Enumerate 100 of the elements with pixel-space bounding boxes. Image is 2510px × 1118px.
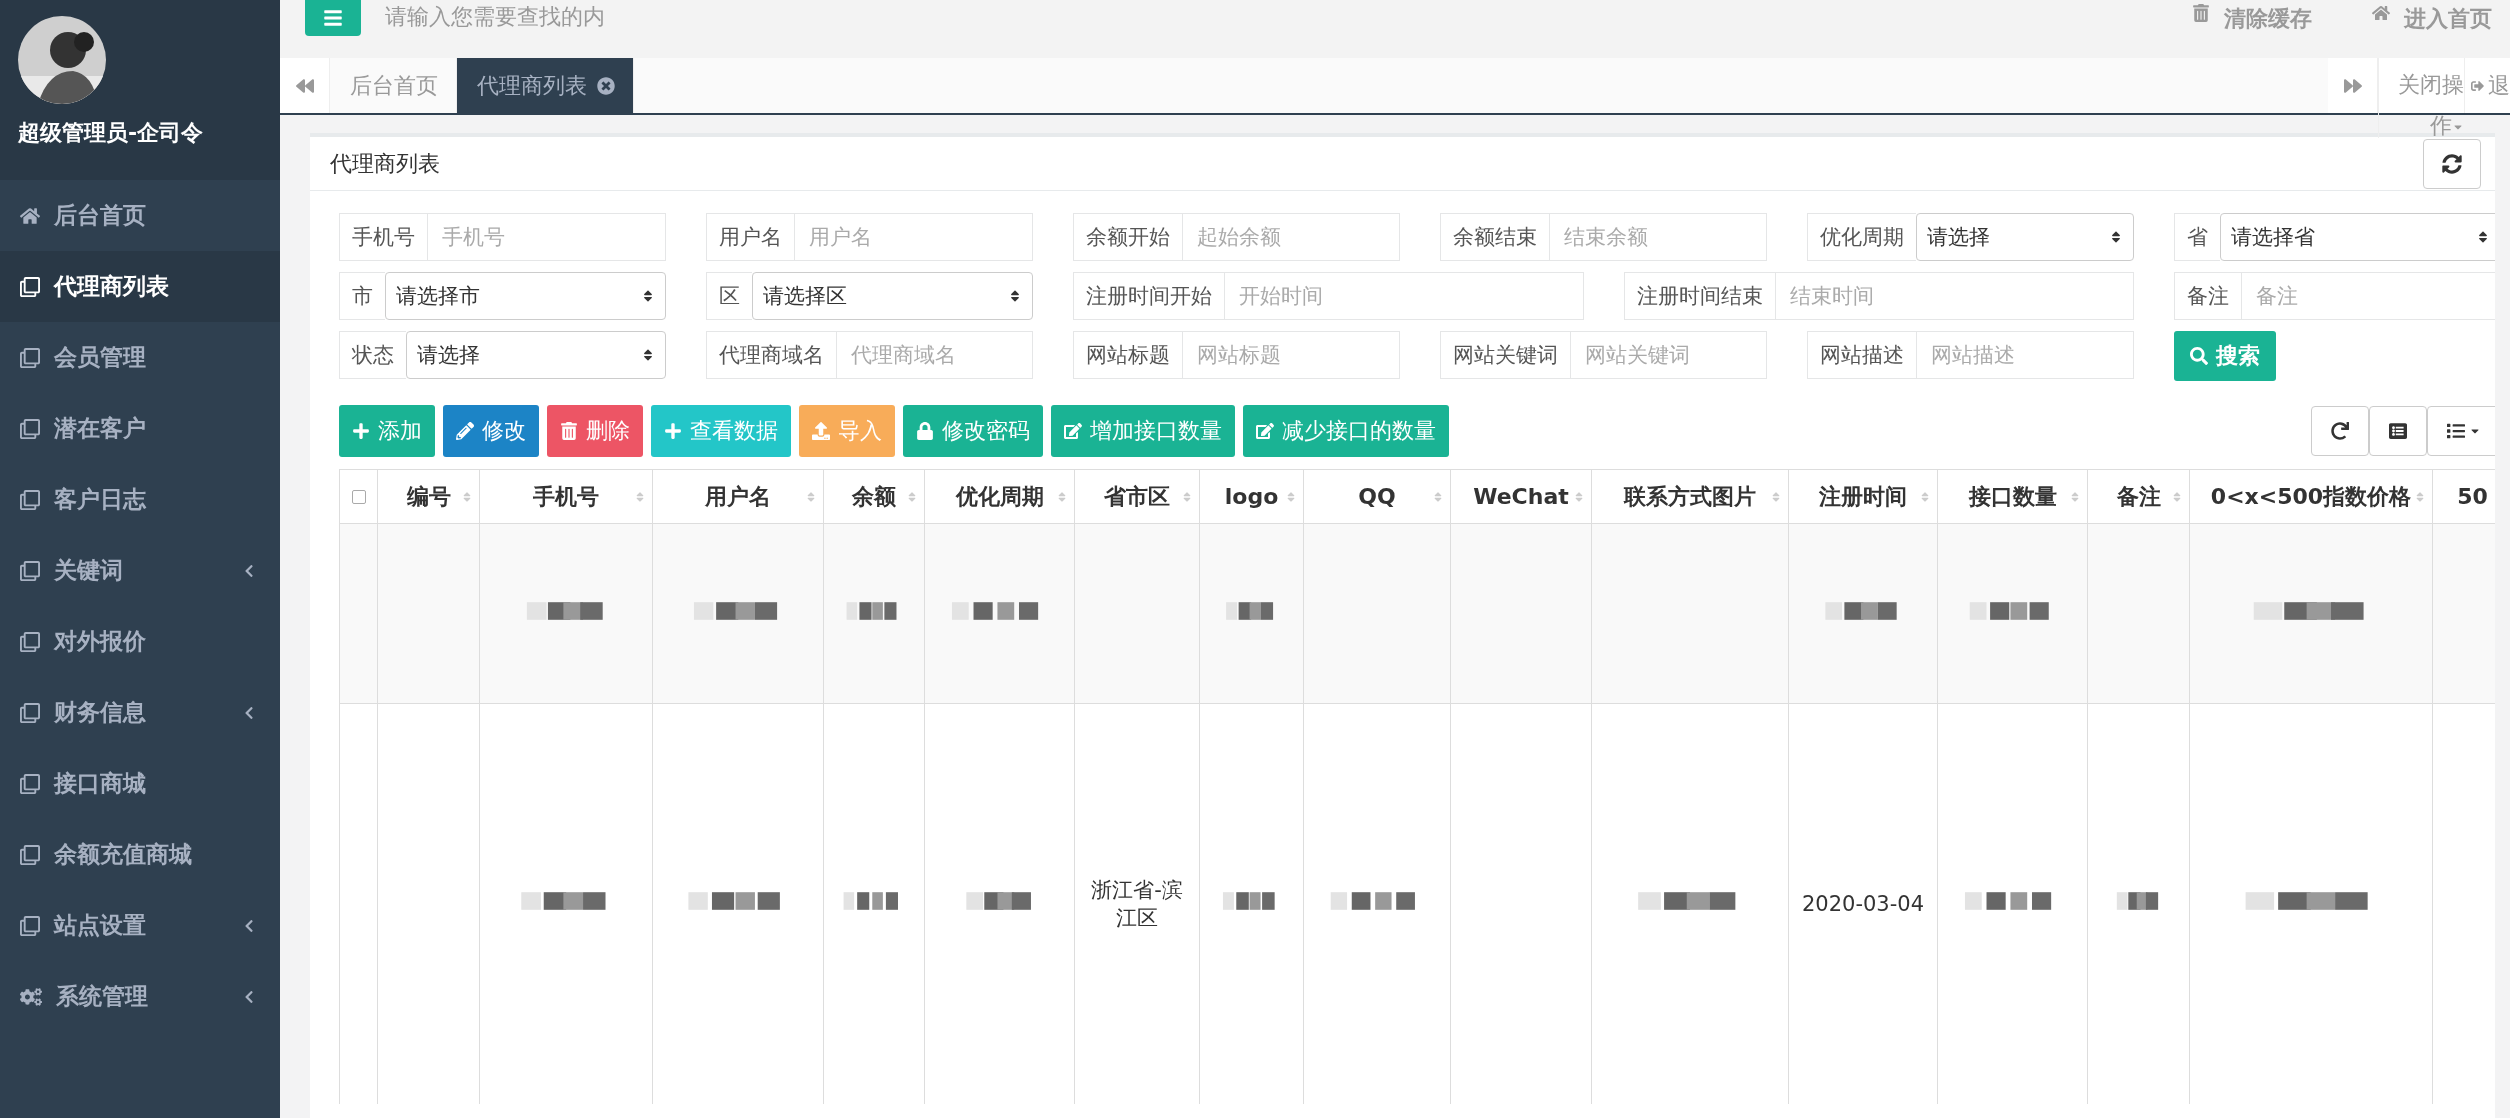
scroll-left-button[interactable] <box>280 58 330 113</box>
copy-icon <box>20 489 40 510</box>
top-link[interactable]: 清除缓存 <box>2174 0 2330 34</box>
upload-icon <box>812 422 830 440</box>
lock-icon <box>916 422 934 440</box>
double-arrow-right-icon <box>2343 76 2362 95</box>
sidebar-item[interactable]: 财务信息 <box>0 677 280 748</box>
table-cell: 2020-03-04 <box>1801 891 1924 916</box>
field-label: 注册时间结束 <box>1623 272 1775 320</box>
sidebar-item-label: 接口商城 <box>54 769 147 798</box>
menu-button[interactable] <box>305 0 361 36</box>
sidebar-item[interactable]: 站点设置 <box>0 890 280 961</box>
sort-icon[interactable] <box>1919 491 1931 503</box>
sort-icon[interactable] <box>906 491 918 503</box>
sidebar-item[interactable]: 代理商列表 <box>0 251 280 322</box>
edit-icon <box>1064 422 1082 440</box>
sidebar-item-label: 潜在客户 <box>54 414 147 443</box>
sidebar-item-label: 站点设置 <box>54 911 147 940</box>
refresh-button[interactable] <box>2311 406 2369 456</box>
sort-arrows-icon <box>2109 230 2123 244</box>
select-field[interactable]: 请选择 <box>1916 213 2134 261</box>
select-field[interactable]: 请选择 <box>406 331 666 379</box>
select-all-checkbox[interactable] <box>351 489 366 504</box>
toolbar-button[interactable]: 增加接口数量 <box>1051 405 1235 457</box>
input-field[interactable]: 手机号 <box>427 213 666 261</box>
sort-icon[interactable] <box>1056 491 1068 503</box>
view-toggle-button[interactable] <box>2369 406 2427 456</box>
home-icon <box>2372 4 2390 22</box>
input-field[interactable]: 起始余额 <box>1182 213 1400 261</box>
trash-icon <box>2192 4 2210 22</box>
select-field[interactable]: 请选择区 <box>752 272 1033 320</box>
sidebar-item[interactable]: 对外报价 <box>0 606 280 677</box>
sidebar-item-label: 会员管理 <box>54 343 147 372</box>
sort-icon[interactable] <box>1432 491 1444 503</box>
sort-icon[interactable] <box>461 491 473 503</box>
select-field[interactable]: 请选择省 <box>2220 213 2495 261</box>
sidebar-item[interactable]: 后台首页 <box>0 180 280 251</box>
columns-dropdown[interactable] <box>2427 406 2495 456</box>
sidebar-item[interactable]: 会员管理 <box>0 322 280 393</box>
toolbar-button[interactable]: 添加 <box>339 405 435 457</box>
sort-icon[interactable] <box>1181 491 1193 503</box>
toolbar-button[interactable]: 修改密码 <box>903 405 1043 457</box>
copy-icon <box>20 418 40 439</box>
sort-icon[interactable] <box>1285 491 1297 503</box>
input-field[interactable]: 备注 <box>2241 272 2495 320</box>
field-label: 余额结束 <box>1440 213 1549 261</box>
input-field[interactable]: 结束时间 <box>1774 272 2134 320</box>
field-label: 余额开始 <box>1073 213 1182 261</box>
close-icon[interactable] <box>597 76 615 95</box>
sort-icon[interactable] <box>2069 491 2081 503</box>
copy-icon <box>20 844 40 865</box>
trash-icon <box>560 422 578 440</box>
sidebar-item[interactable]: 潜在客户 <box>0 393 280 464</box>
sidebar-item[interactable]: 系统管理 <box>0 961 280 1032</box>
toolbar-button[interactable]: 修改 <box>443 405 539 457</box>
sidebar-item[interactable]: 关键词 <box>0 535 280 606</box>
sort-icon[interactable] <box>1770 491 1782 503</box>
field-label: 网站关键词 <box>1440 331 1570 379</box>
field-label: 手机号 <box>339 213 427 261</box>
input-field[interactable]: 网站关键词 <box>1570 331 1767 379</box>
input-field[interactable]: 用户名 <box>794 213 1033 261</box>
sidebar-item[interactable]: 客户日志 <box>0 464 280 535</box>
sort-icon[interactable] <box>2414 491 2426 503</box>
close-tabs-dropdown[interactable]: 关闭操作 <box>2378 58 2464 138</box>
field-label: 注册时间开始 <box>1073 272 1224 320</box>
scroll-right-button[interactable] <box>2328 58 2378 113</box>
sort-arrows-icon <box>641 348 655 362</box>
input-field[interactable]: 网站标题 <box>1182 331 1400 379</box>
sort-icon[interactable] <box>634 491 646 503</box>
copy-icon <box>20 773 40 794</box>
sidebar-item-label: 余额充值商城 <box>54 840 193 869</box>
sidebar-item[interactable]: 余额充值商城 <box>0 819 280 890</box>
input-field[interactable]: 代理商域名 <box>836 331 1033 379</box>
input-field[interactable]: 结束余额 <box>1549 213 1767 261</box>
list-icon <box>2389 422 2407 440</box>
search-button[interactable]: 搜索 <box>2174 331 2276 381</box>
field-label: 代理商域名 <box>706 331 836 379</box>
logout-link[interactable]: 退 <box>2464 58 2510 113</box>
sort-icon[interactable] <box>1573 491 1585 503</box>
sort-icon[interactable] <box>805 491 817 503</box>
select-field[interactable]: 请选择市 <box>385 272 666 320</box>
input-field[interactable]: 网站描述 <box>1916 331 2134 379</box>
sort-icon[interactable] <box>2171 491 2183 503</box>
search-field[interactable]: 请输入您需要查找的内 <box>385 0 2150 32</box>
column-header[interactable]: QQ <box>1358 484 1396 509</box>
toolbar-button[interactable]: 减少接口的数量 <box>1243 405 1449 457</box>
sidebar-item-label: 代理商列表 <box>54 272 170 301</box>
field-label: 状态 <box>339 331 406 379</box>
copy-icon <box>20 915 40 936</box>
top-link[interactable]: 进入首页 <box>2354 0 2510 34</box>
panel-title: 代理商列表 <box>330 149 440 178</box>
field-label: 省 <box>2174 213 2220 261</box>
tab[interactable]: 代理商列表 <box>457 58 634 113</box>
sidebar-item-label: 财务信息 <box>54 698 147 727</box>
sidebar-item-label: 关键词 <box>54 556 124 585</box>
input-field[interactable]: 开始时间 <box>1224 272 1584 320</box>
sort-arrows-icon <box>2476 230 2490 244</box>
toolbar-button[interactable]: 删除 <box>547 405 643 457</box>
refresh-button[interactable] <box>2423 138 2481 189</box>
sidebar-item[interactable]: 接口商城 <box>0 748 280 819</box>
